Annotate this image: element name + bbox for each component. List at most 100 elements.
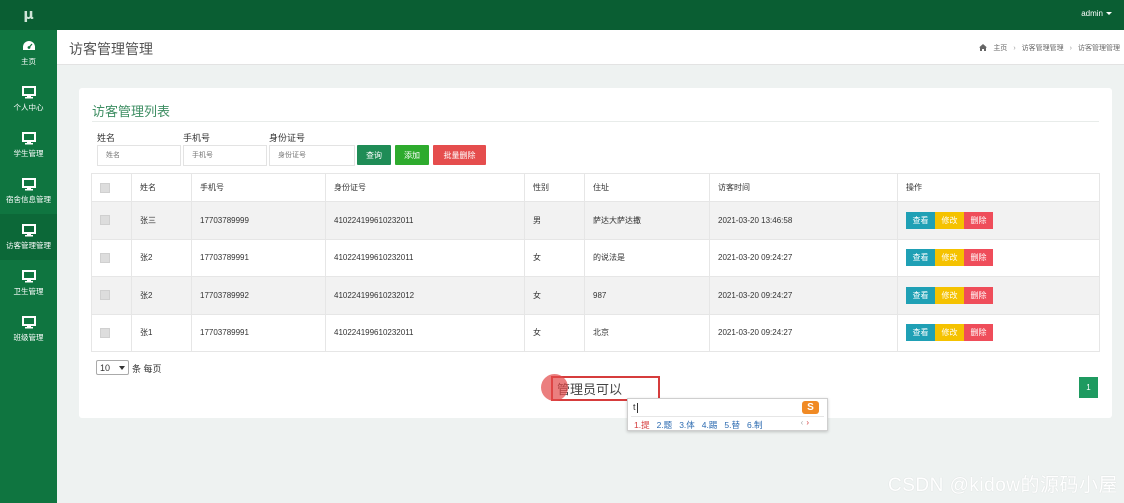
edit-button[interactable]: 修改 bbox=[935, 324, 964, 342]
sogou-logo-icon[interactable]: S bbox=[802, 401, 819, 414]
add-button[interactable]: 添加 bbox=[395, 145, 429, 165]
cell-time: 2021-03-20 09:24:27 bbox=[709, 313, 898, 352]
monitor-icon bbox=[21, 131, 37, 145]
select-all-checkbox[interactable] bbox=[100, 182, 110, 193]
home-icon bbox=[979, 43, 988, 53]
column-header: 住址 bbox=[584, 173, 710, 202]
ime-candidate[interactable]: 1.提 bbox=[634, 419, 650, 431]
sidebar-item-label: 宿舍信息管理 bbox=[6, 195, 51, 204]
cell-time: 2021-03-20 13:46:58 bbox=[709, 201, 898, 240]
row-checkbox[interactable] bbox=[100, 290, 110, 301]
monitor-icon bbox=[21, 315, 37, 329]
name-filter-input[interactable] bbox=[97, 145, 181, 166]
column-header: 操作 bbox=[897, 173, 1100, 202]
ime-candidate-panel: t S 1.提 2.题 3.体 4.踢 5.替 6.制 ‹› bbox=[627, 398, 828, 431]
row-checkbox-cell bbox=[91, 276, 132, 315]
breadcrumb-home[interactable]: 主页 bbox=[993, 43, 1007, 53]
app-logo[interactable]: μ bbox=[0, 0, 57, 30]
phone-filter-input[interactable] bbox=[183, 145, 267, 166]
delete-button[interactable]: 删除 bbox=[964, 211, 993, 229]
sidebar-item-dormitory[interactable]: 宿舍信息管理 bbox=[0, 168, 57, 214]
search-button[interactable]: 查询 bbox=[357, 145, 391, 165]
cell-idcard: 410224199610232011 bbox=[325, 238, 525, 277]
delete-button[interactable]: 删除 bbox=[964, 324, 993, 342]
view-button[interactable]: 查看 bbox=[906, 286, 935, 304]
ime-candidates: 1.提 2.题 3.体 4.踢 5.替 6.制 bbox=[634, 419, 763, 431]
monitor-icon bbox=[21, 85, 37, 99]
delete-button[interactable]: 删除 bbox=[964, 286, 993, 304]
row-checkbox[interactable] bbox=[100, 252, 110, 263]
ime-candidate[interactable]: 2.题 bbox=[657, 419, 673, 431]
visitor-table: 姓名 手机号 身份证号 性别 住址 访客时间 操作 张三 17703789999… bbox=[91, 173, 1100, 352]
user-menu[interactable]: admin bbox=[1081, 9, 1112, 18]
cell-gender: 女 bbox=[524, 313, 585, 352]
chevron-right-icon[interactable]: › bbox=[806, 418, 812, 427]
edit-button[interactable]: 修改 bbox=[935, 249, 964, 267]
cell-address: 987 bbox=[584, 276, 710, 315]
divider bbox=[92, 121, 1099, 122]
cell-time: 2021-03-20 09:24:27 bbox=[709, 276, 898, 315]
sidebar: μ 主页 个人中心 学生管理 宿舍信息管理 访客管理管理 卫生管理 班级管理 bbox=[0, 0, 57, 503]
caret-down-icon bbox=[1106, 12, 1112, 16]
sidebar-item-classes[interactable]: 班级管理 bbox=[0, 306, 57, 352]
user-menu-label: admin bbox=[1081, 9, 1103, 18]
column-header: 手机号 bbox=[191, 173, 326, 202]
cell-phone: 17703789991 bbox=[191, 238, 326, 277]
sidebar-item-label: 卫生管理 bbox=[13, 287, 44, 296]
row-checkbox-cell bbox=[91, 201, 132, 240]
visitor-list-card: 访客管理列表 姓名 手机号 身份证号 查询 添加 批量删除 姓名 手机号 身份证… bbox=[79, 88, 1112, 418]
monitor-icon bbox=[21, 269, 37, 283]
ime-candidate[interactable]: 5.替 bbox=[724, 419, 740, 431]
divider bbox=[631, 416, 824, 417]
sidebar-item-hygiene[interactable]: 卫生管理 bbox=[0, 260, 57, 306]
ime-candidate[interactable]: 3.体 bbox=[679, 419, 695, 431]
breadcrumb: 主页 › 访客管理管理 › 访客管理管理 bbox=[979, 43, 1120, 53]
page-number-button[interactable]: 1 bbox=[1079, 377, 1098, 398]
breadcrumb-item[interactable]: 访客管理管理 bbox=[1022, 43, 1064, 53]
cell-gender: 女 bbox=[524, 276, 585, 315]
view-button[interactable]: 查看 bbox=[906, 211, 935, 229]
cell-phone: 17703789999 bbox=[191, 201, 326, 240]
sidebar-item-visitors[interactable]: 访客管理管理 bbox=[0, 214, 57, 260]
sidebar-item-profile[interactable]: 个人中心 bbox=[0, 76, 57, 122]
row-checkbox[interactable] bbox=[100, 215, 110, 226]
watermark: CSDN @kidow的源码小屋 bbox=[888, 475, 1118, 496]
monitor-icon bbox=[21, 177, 37, 191]
page-size-select[interactable]: 10 bbox=[96, 360, 129, 375]
row-checkbox[interactable] bbox=[100, 327, 110, 338]
column-header: 姓名 bbox=[131, 173, 192, 202]
edit-button[interactable]: 修改 bbox=[935, 211, 964, 229]
ime-candidate[interactable]: 4.踢 bbox=[702, 419, 718, 431]
view-button[interactable]: 查看 bbox=[906, 249, 935, 267]
text-caret bbox=[636, 402, 638, 413]
table-row: 张三 17703789999 410224199610232011 男 萨达大萨… bbox=[91, 201, 1100, 240]
edit-button[interactable]: 修改 bbox=[935, 286, 964, 304]
cell-actions: 查看 修改 删除 bbox=[897, 313, 1100, 352]
cell-name: 张2 bbox=[131, 238, 192, 277]
batch-delete-button[interactable]: 批量删除 bbox=[433, 145, 486, 165]
sidebar-item-students[interactable]: 学生管理 bbox=[0, 122, 57, 168]
ime-composition: t bbox=[633, 402, 638, 413]
chevron-down-icon bbox=[119, 366, 125, 370]
cell-time: 2021-03-20 09:24:27 bbox=[709, 238, 898, 277]
view-button[interactable]: 查看 bbox=[906, 324, 935, 342]
delete-button[interactable]: 删除 bbox=[964, 249, 993, 267]
cell-actions: 查看 修改 删除 bbox=[897, 276, 1100, 315]
cell-idcard: 410224199610232011 bbox=[325, 201, 525, 240]
row-checkbox-cell bbox=[91, 313, 132, 352]
idcard-filter-input[interactable] bbox=[269, 145, 355, 166]
chevron-right-icon: › bbox=[1069, 44, 1072, 52]
cursor-highlight bbox=[541, 374, 568, 401]
cell-actions: 查看 修改 删除 bbox=[897, 201, 1100, 240]
cell-name: 张2 bbox=[131, 276, 192, 315]
chevron-right-icon: › bbox=[1013, 44, 1016, 52]
row-checkbox-cell bbox=[91, 238, 132, 277]
card-title: 访客管理列表 bbox=[92, 104, 171, 119]
table-header-row: 姓名 手机号 身份证号 性别 住址 访客时间 操作 bbox=[91, 173, 1100, 202]
ime-page-nav: ‹› bbox=[801, 418, 812, 427]
dashboard-icon bbox=[21, 39, 37, 53]
ime-candidate[interactable]: 6.制 bbox=[747, 419, 763, 431]
cell-actions: 查看 修改 删除 bbox=[897, 238, 1100, 277]
sidebar-item-home[interactable]: 主页 bbox=[0, 30, 57, 76]
monitor-icon bbox=[21, 223, 37, 237]
